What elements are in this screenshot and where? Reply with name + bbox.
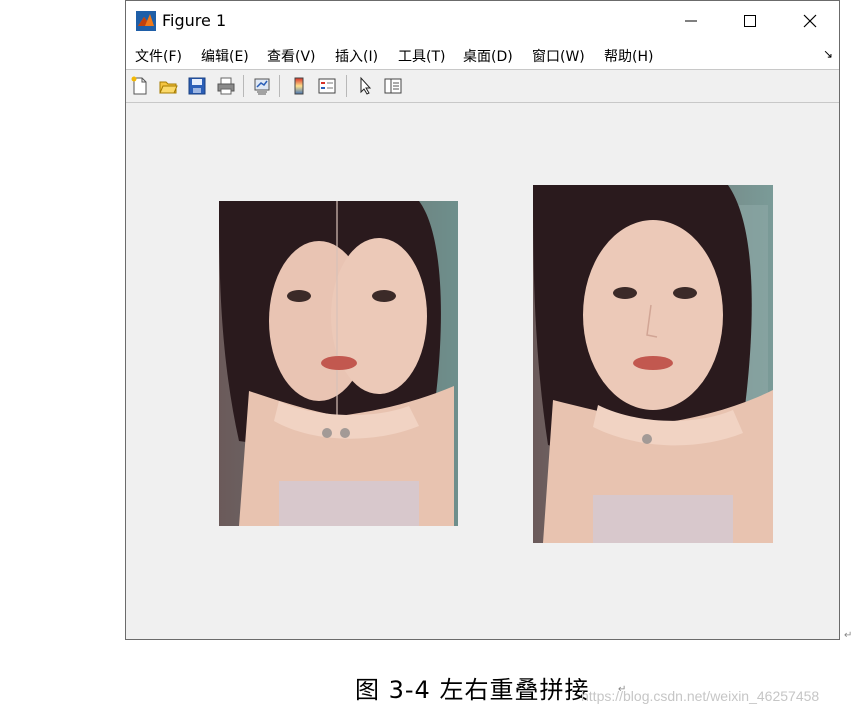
edit-plot-arrow-icon[interactable]: [356, 76, 376, 96]
print-icon[interactable]: [216, 76, 236, 96]
toolbar-separator: [279, 75, 280, 97]
toolbar-separator: [346, 75, 347, 97]
watermark-text: https://blog.csdn.net/weixin_46257458: [581, 688, 820, 704]
window-title: Figure 1: [162, 11, 227, 30]
close-icon: [803, 14, 817, 28]
legend-icon[interactable]: [317, 76, 337, 96]
minimize-button[interactable]: [661, 1, 721, 41]
link-plot-icon[interactable]: [252, 76, 272, 96]
open-file-icon[interactable]: [158, 76, 178, 96]
figure-window: Figure 1 文件(F) 编辑(E) 查看(V) 插入(I) 工具(T) 桌…: [125, 0, 840, 640]
toolbar-separator: [243, 75, 244, 97]
chevron-corner-icon[interactable]: ↘: [823, 47, 833, 61]
close-button[interactable]: [780, 1, 840, 41]
menu-view[interactable]: 查看(V): [267, 46, 316, 66]
maximize-button[interactable]: [720, 1, 780, 41]
matlab-logo-icon: [136, 11, 156, 31]
new-figure-icon[interactable]: [130, 76, 150, 96]
colorbar-icon[interactable]: [289, 76, 309, 96]
menu-desktop[interactable]: 桌面(D): [463, 46, 513, 66]
overlap-stitched-image: [219, 201, 458, 526]
figure-caption: 图 3-4 左右重叠拼接: [355, 676, 590, 704]
save-icon[interactable]: [187, 76, 207, 96]
figure-toolbar: [126, 70, 839, 103]
property-inspector-icon[interactable]: [383, 76, 403, 96]
maximize-icon: [744, 15, 756, 27]
menu-help[interactable]: 帮助(H): [604, 46, 653, 66]
menu-window[interactable]: 窗口(W): [532, 46, 585, 66]
menu-edit[interactable]: 编辑(E): [201, 46, 249, 66]
minimize-icon: [685, 20, 697, 22]
menu-tools[interactable]: 工具(T): [398, 46, 445, 66]
title-bar[interactable]: Figure 1: [126, 1, 839, 41]
original-image: [533, 185, 773, 543]
menu-file[interactable]: 文件(F): [135, 46, 182, 66]
menu-insert[interactable]: 插入(I): [335, 46, 378, 66]
menu-bar: 文件(F) 编辑(E) 查看(V) 插入(I) 工具(T) 桌面(D) 窗口(W…: [126, 41, 839, 70]
figure-axes-area[interactable]: [126, 103, 839, 639]
paragraph-mark-icon: ↵: [844, 630, 853, 641]
